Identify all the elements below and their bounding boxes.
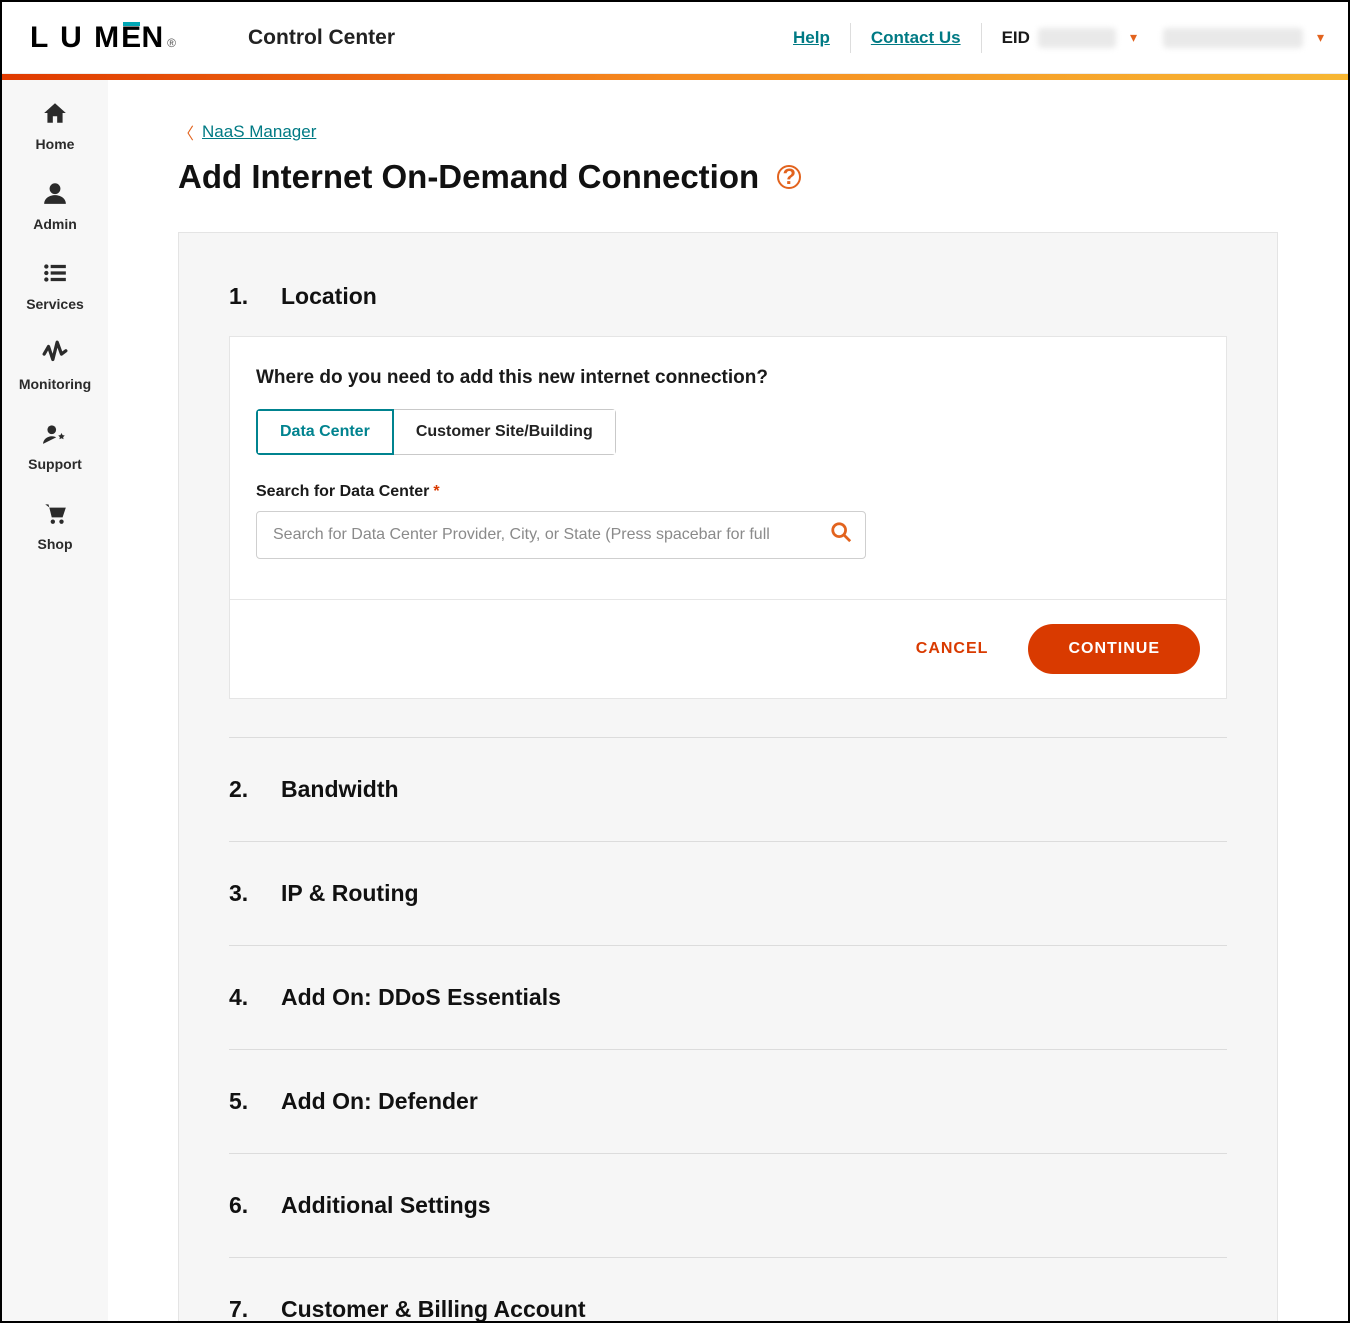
continue-button[interactable]: CONTINUE xyxy=(1028,624,1200,674)
sidebar-item-label: Shop xyxy=(38,536,73,552)
brand-logo: L U MEN® xyxy=(30,21,178,55)
sidebar-item-home[interactable]: Home xyxy=(2,100,108,152)
step-number: 2. xyxy=(229,776,251,803)
search-field-label: Search for Data Center* xyxy=(256,483,1200,501)
wizard-step-defender[interactable]: 5. Add On: Defender xyxy=(229,1088,1227,1115)
cancel-button[interactable]: CANCEL xyxy=(916,640,989,658)
home-icon xyxy=(42,100,68,130)
wizard-step-ip-routing[interactable]: 3. IP & Routing xyxy=(229,880,1227,907)
sidebar-item-label: Home xyxy=(36,136,75,152)
step-number: 1. xyxy=(229,283,251,310)
step-title: Additional Settings xyxy=(281,1192,491,1219)
activity-icon xyxy=(42,340,68,370)
step-title: IP & Routing xyxy=(281,880,419,907)
app-title: Control Center xyxy=(248,26,395,50)
eid-value-redacted xyxy=(1038,28,1116,48)
user-icon xyxy=(42,180,68,210)
step-number: 4. xyxy=(229,984,251,1011)
step-divider xyxy=(229,1257,1227,1258)
cart-icon xyxy=(42,500,68,530)
data-center-search-input[interactable] xyxy=(256,511,866,559)
step-number: 7. xyxy=(229,1296,251,1321)
contact-link[interactable]: Contact Us xyxy=(851,23,982,53)
step-divider xyxy=(229,1153,1227,1154)
wizard-step-additional[interactable]: 6. Additional Settings xyxy=(229,1192,1227,1219)
step-number: 5. xyxy=(229,1088,251,1115)
location-question: Where do you need to add this new intern… xyxy=(256,367,1200,389)
step-number: 6. xyxy=(229,1192,251,1219)
eid-label: EID xyxy=(1002,28,1030,48)
help-link[interactable]: Help xyxy=(773,23,851,53)
breadcrumb-parent-link[interactable]: NaaS Manager xyxy=(202,122,316,142)
location-type-toggle: Data Center Customer Site/Building xyxy=(256,409,616,455)
sidebar-item-label: Monitoring xyxy=(19,376,91,392)
sidebar-item-label: Admin xyxy=(33,216,77,232)
gear-user-icon xyxy=(42,420,68,450)
sidebar-item-admin[interactable]: Admin xyxy=(2,180,108,232)
chevron-down-icon[interactable]: ▾ xyxy=(1317,29,1324,46)
wizard-step-ddos[interactable]: 4. Add On: DDoS Essentials xyxy=(229,984,1227,1011)
required-asterisk: * xyxy=(433,483,439,500)
sidebar-item-label: Support xyxy=(28,456,82,472)
step-number: 3. xyxy=(229,880,251,907)
step-title: Bandwidth xyxy=(281,776,399,803)
help-circle-icon[interactable]: ? xyxy=(777,165,801,189)
step-title: Customer & Billing Account xyxy=(281,1296,586,1321)
toggle-customer-site[interactable]: Customer Site/Building xyxy=(394,409,616,455)
sidebar-item-support[interactable]: Support xyxy=(2,420,108,472)
list-icon xyxy=(42,260,68,290)
wizard-step-billing[interactable]: 7. Customer & Billing Account xyxy=(229,1296,1227,1321)
search-icon[interactable] xyxy=(830,521,852,549)
wizard-panel: 1. Location Where do you need to add thi… xyxy=(178,232,1278,1321)
wizard-step-location: 1. Location Where do you need to add thi… xyxy=(229,283,1227,699)
step-title: Location xyxy=(281,283,377,310)
step-divider xyxy=(229,1049,1227,1050)
step-title: Add On: DDoS Essentials xyxy=(281,984,561,1011)
toggle-data-center[interactable]: Data Center xyxy=(256,409,394,455)
step-title: Add On: Defender xyxy=(281,1088,478,1115)
page-title: Add Internet On-Demand Connection xyxy=(178,158,759,196)
main-content: 〈 NaaS Manager Add Internet On-Demand Co… xyxy=(108,80,1348,1321)
wizard-step-bandwidth[interactable]: 2. Bandwidth xyxy=(229,776,1227,803)
sidebar-item-shop[interactable]: Shop xyxy=(2,500,108,552)
sidebar-item-label: Services xyxy=(26,296,84,312)
chevron-down-icon[interactable]: ▾ xyxy=(1130,29,1137,46)
chevron-left-icon[interactable]: 〈 xyxy=(178,120,194,144)
username-redacted xyxy=(1163,28,1303,48)
top-header: L U MEN® Control Center Help Contact Us … xyxy=(2,2,1348,74)
sidebar-item-services[interactable]: Services xyxy=(2,260,108,312)
step-divider xyxy=(229,841,1227,842)
breadcrumb: 〈 NaaS Manager xyxy=(178,120,1278,144)
sidebar-item-monitoring[interactable]: Monitoring xyxy=(2,340,108,392)
step-divider xyxy=(229,737,1227,738)
sidebar-nav: Home Admin Services Monitoring Support xyxy=(2,80,108,1321)
step-divider xyxy=(229,945,1227,946)
